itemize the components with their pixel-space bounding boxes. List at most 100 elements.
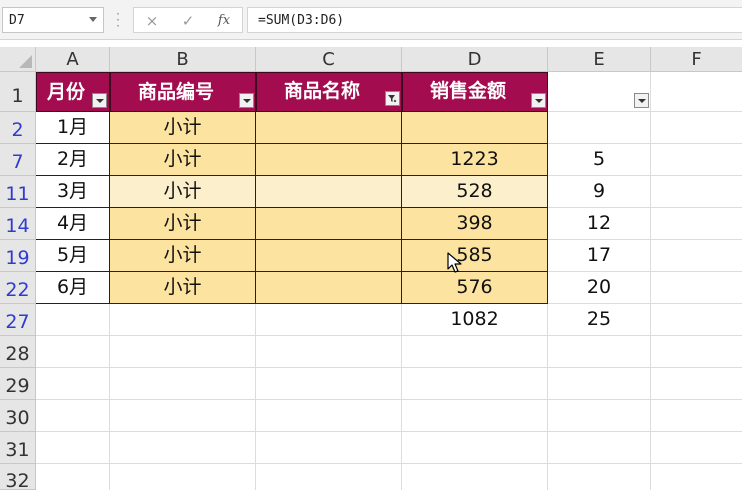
- cancel-icon[interactable]: ×: [140, 11, 164, 31]
- row-header-28[interactable]: 28: [0, 336, 36, 368]
- cell-code[interactable]: 小计: [110, 176, 256, 208]
- cell-name[interactable]: [256, 208, 402, 240]
- row-header-1[interactable]: 1: [0, 72, 36, 112]
- empty-cell[interactable]: [651, 464, 742, 490]
- cell-name[interactable]: [256, 240, 402, 272]
- cell-month[interactable]: 2月: [36, 144, 110, 176]
- cell-month[interactable]: 3月: [36, 176, 110, 208]
- cell-amount[interactable]: 398: [402, 208, 548, 240]
- cell-code[interactable]: 小计: [110, 272, 256, 304]
- cell-f[interactable]: [651, 176, 742, 208]
- column-header-f[interactable]: F: [651, 47, 742, 72]
- cell-e[interactable]: 20: [548, 272, 651, 304]
- header-cell-name[interactable]: 商品名称: [256, 72, 402, 112]
- row-header-2[interactable]: 2: [0, 112, 36, 144]
- filter-dropdown-code[interactable]: [239, 93, 254, 108]
- row-header-14[interactable]: 14: [0, 208, 36, 240]
- empty-cell[interactable]: [110, 432, 256, 464]
- row-header-22[interactable]: 22: [0, 272, 36, 304]
- cell-e[interactable]: 9: [548, 176, 651, 208]
- chevron-down-icon[interactable]: [89, 17, 97, 22]
- row-header-29[interactable]: 29: [0, 368, 36, 400]
- cell-amount[interactable]: 576: [402, 272, 548, 304]
- empty-cell[interactable]: [548, 336, 651, 368]
- cell-amount[interactable]: 1223: [402, 144, 548, 176]
- cell-amount[interactable]: [402, 112, 548, 144]
- empty-cell[interactable]: [402, 432, 548, 464]
- cell-month[interactable]: 5月: [36, 240, 110, 272]
- cell-f[interactable]: [651, 112, 742, 144]
- row-header-7[interactable]: 7: [0, 144, 36, 176]
- empty-cell[interactable]: [256, 336, 402, 368]
- select-all-button[interactable]: [0, 47, 36, 72]
- empty-cell[interactable]: [402, 368, 548, 400]
- cell-code[interactable]: 小计: [110, 112, 256, 144]
- empty-cell[interactable]: [548, 464, 651, 490]
- cell-amount[interactable]: 585: [402, 240, 548, 272]
- cell-code[interactable]: 小计: [110, 144, 256, 176]
- empty-cell[interactable]: [110, 400, 256, 432]
- cell-month[interactable]: 6月: [36, 272, 110, 304]
- empty-cell[interactable]: [402, 464, 548, 490]
- cell-month[interactable]: 1月: [36, 112, 110, 144]
- insert-function-icon[interactable]: fx: [212, 11, 236, 31]
- row-header-11[interactable]: 11: [0, 176, 36, 208]
- cell-code[interactable]: 小计: [110, 208, 256, 240]
- cell-month[interactable]: 4月: [36, 208, 110, 240]
- header-cell-amount[interactable]: 销售金额: [402, 72, 548, 112]
- row-header-31[interactable]: 31: [0, 432, 36, 464]
- empty-cell[interactable]: [651, 336, 742, 368]
- empty-cell[interactable]: [110, 336, 256, 368]
- row-header-32[interactable]: 32: [0, 464, 36, 490]
- cell-name[interactable]: [256, 144, 402, 176]
- row-header-27[interactable]: 27: [0, 304, 36, 336]
- cell-f[interactable]: [651, 208, 742, 240]
- column-header-a[interactable]: A: [36, 47, 110, 72]
- filter-dropdown-name[interactable]: [385, 91, 400, 106]
- empty-cell[interactable]: [36, 400, 110, 432]
- header-cell-code[interactable]: 商品编号: [110, 72, 256, 112]
- cell-total-amount[interactable]: 1082: [402, 304, 548, 336]
- filter-dropdown-month[interactable]: [92, 93, 107, 108]
- cell-amount[interactable]: 528: [402, 176, 548, 208]
- empty-cell[interactable]: [651, 400, 742, 432]
- cell-name[interactable]: [256, 112, 402, 144]
- name-box[interactable]: D7: [2, 7, 104, 33]
- cell-name[interactable]: [256, 272, 402, 304]
- formula-input[interactable]: =SUM(D3:D6): [247, 7, 742, 33]
- filter-dropdown-e[interactable]: [634, 93, 649, 108]
- empty-cell[interactable]: [256, 432, 402, 464]
- empty-cell[interactable]: [36, 464, 110, 490]
- cell-e[interactable]: [548, 112, 651, 144]
- empty-cell[interactable]: [110, 464, 256, 490]
- column-header-e[interactable]: E: [548, 47, 651, 72]
- cell-e[interactable]: 17: [548, 240, 651, 272]
- row-header-30[interactable]: 30: [0, 400, 36, 432]
- cell-f1[interactable]: [651, 72, 742, 112]
- empty-cell[interactable]: [36, 432, 110, 464]
- empty-cell[interactable]: [36, 336, 110, 368]
- cell-f[interactable]: [651, 240, 742, 272]
- cell-total-e[interactable]: 25: [548, 304, 651, 336]
- enter-icon[interactable]: ✓: [176, 11, 200, 31]
- cell-a27[interactable]: [36, 304, 110, 336]
- cell-code[interactable]: 小计: [110, 240, 256, 272]
- empty-cell[interactable]: [256, 464, 402, 490]
- empty-cell[interactable]: [256, 368, 402, 400]
- cell-c27[interactable]: [256, 304, 402, 336]
- empty-cell[interactable]: [402, 336, 548, 368]
- row-header-19[interactable]: 19: [0, 240, 36, 272]
- empty-cell[interactable]: [548, 400, 651, 432]
- cell-f27[interactable]: [651, 304, 742, 336]
- cell-f[interactable]: [651, 272, 742, 304]
- cell-e[interactable]: 12: [548, 208, 651, 240]
- empty-cell[interactable]: [36, 368, 110, 400]
- empty-cell[interactable]: [651, 432, 742, 464]
- cell-b27[interactable]: [110, 304, 256, 336]
- column-header-b[interactable]: B: [110, 47, 256, 72]
- column-header-d[interactable]: D: [402, 47, 548, 72]
- empty-cell[interactable]: [548, 368, 651, 400]
- empty-cell[interactable]: [402, 400, 548, 432]
- column-header-c[interactable]: C: [256, 47, 402, 72]
- empty-cell[interactable]: [110, 368, 256, 400]
